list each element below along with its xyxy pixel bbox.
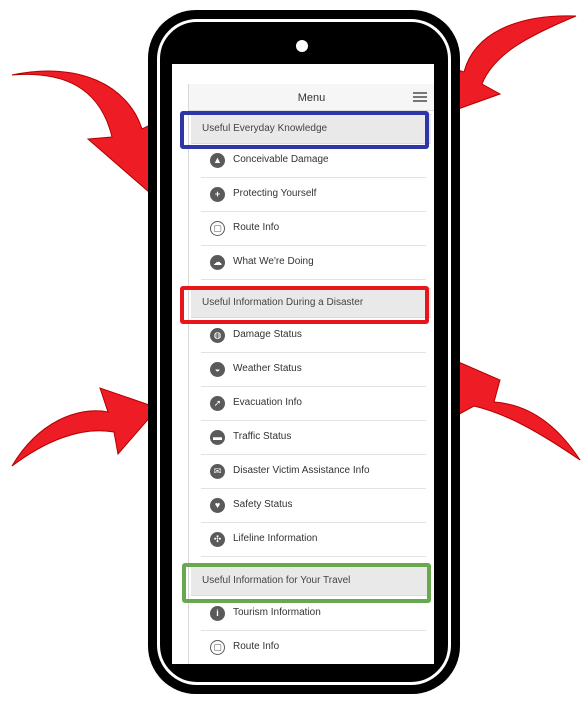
cloud-icon: ☁ xyxy=(210,255,225,270)
heart-icon: ♥ xyxy=(210,498,225,513)
menu-item-conceivable-damage[interactable]: ▲ Conceivable Damage xyxy=(201,144,426,178)
highlight-box-during-disaster xyxy=(180,286,429,324)
menu-item-lifeline-information[interactable]: ✣ Lifeline Information xyxy=(201,523,426,557)
warning-icon: ▲ xyxy=(210,153,225,168)
menu-item-label: What We're Doing xyxy=(233,256,314,267)
menu-item-label: Damage Status xyxy=(233,329,302,340)
menu-item-what-were-doing[interactable]: ☁ What We're Doing xyxy=(201,246,426,280)
car-icon: ▬ xyxy=(210,430,225,445)
menu-item-label: Conceivable Damage xyxy=(233,154,329,165)
menu-item-label: Evacuation Info xyxy=(233,397,302,408)
first-aid-icon: + xyxy=(210,187,225,202)
menu-item-label: Route Info xyxy=(233,641,280,652)
train-icon: ▢ xyxy=(210,221,225,236)
menu-item-label: Safety Status xyxy=(233,499,293,510)
menu-title: Menu xyxy=(297,92,326,104)
menu-item-label: Traffic Status xyxy=(233,431,292,442)
menu-item-safety-status[interactable]: ♥ Safety Status xyxy=(201,489,426,523)
menu-header: Menu xyxy=(189,84,434,111)
evacuation-icon: ➚ xyxy=(210,396,225,411)
menu-item-label: Lifeline Information xyxy=(233,533,318,544)
highlight-box-everyday-knowledge xyxy=(180,111,429,149)
info-icon: i xyxy=(210,606,225,621)
weather-icon: ◒ xyxy=(210,362,225,377)
menu-item-damage-status[interactable]: ◍ Damage Status xyxy=(201,319,426,353)
camera-dot xyxy=(296,40,308,52)
assistance-icon: ✉ xyxy=(210,464,225,479)
menu-item-label: Disaster Victim Assistance Info xyxy=(233,465,370,476)
menu-item-victim-assistance[interactable]: ✉ Disaster Victim Assistance Info xyxy=(201,455,426,489)
menu-item-route-info[interactable]: ▢ Route Info xyxy=(201,212,426,246)
menu-item-route-info-travel[interactable]: ▢ Route Info xyxy=(201,631,426,664)
highlight-box-travel xyxy=(182,563,431,603)
menu-item-evacuation-info[interactable]: ➚ Evacuation Info xyxy=(201,387,426,421)
menu-item-traffic-status[interactable]: ▬ Traffic Status xyxy=(201,421,426,455)
hamburger-menu-icon[interactable] xyxy=(413,92,427,102)
menu-item-label: Weather Status xyxy=(233,363,302,374)
menu-item-label: Protecting Yourself xyxy=(233,188,317,199)
menu-item-label: Route Info xyxy=(233,222,280,233)
globe-icon: ◍ xyxy=(210,328,225,343)
arrow-bottom-left xyxy=(11,387,159,467)
menu-item-protecting-yourself[interactable]: + Protecting Yourself xyxy=(201,178,426,212)
menu-item-label: Tourism Information xyxy=(233,607,321,618)
lifeline-icon: ✣ xyxy=(210,532,225,547)
menu-item-weather-status[interactable]: ◒ Weather Status xyxy=(201,353,426,387)
train-icon: ▢ xyxy=(210,640,225,655)
